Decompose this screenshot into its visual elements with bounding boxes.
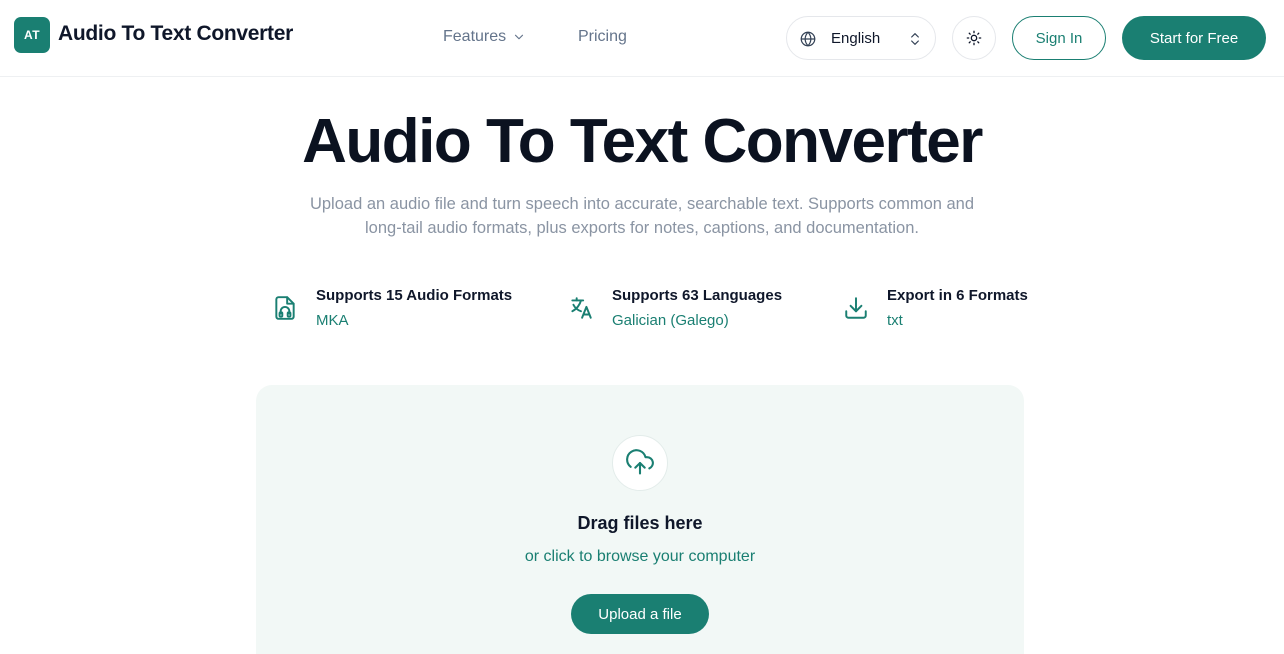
browse-computer-text[interactable]: or click to browse your computer xyxy=(256,548,1024,566)
upload-file-button[interactable]: Upload a file xyxy=(571,594,709,634)
chevron-down-icon xyxy=(515,34,524,40)
nav-features[interactable]: Features xyxy=(443,28,526,46)
feature-detail: txt xyxy=(887,312,903,329)
sun-icon xyxy=(966,30,982,46)
start-for-free-button[interactable]: Start for Free xyxy=(1122,16,1266,60)
feature-detail: Galician (Galego) xyxy=(612,312,729,329)
nav-pricing[interactable]: Pricing xyxy=(578,28,627,46)
page-subtitle: Upload an audio file and turn speech int… xyxy=(309,195,975,237)
upload-cloud-badge xyxy=(612,435,668,491)
language-select[interactable]: English xyxy=(786,16,936,60)
language-label: English xyxy=(831,30,881,47)
feature-title: Supports 15 Audio Formats xyxy=(316,287,513,304)
audio-file-icon xyxy=(275,296,295,320)
sign-in-button[interactable]: Sign In xyxy=(1012,16,1106,60)
translate-icon xyxy=(571,297,592,319)
feature-languages: Supports 63 Languages Galician (Galego) xyxy=(568,286,808,334)
drag-files-title: Drag files here xyxy=(577,513,703,533)
brand-name[interactable]: Audio To Text Converter xyxy=(58,22,293,46)
theme-toggle-button[interactable] xyxy=(952,16,996,60)
page-title: Audio To Text Converter xyxy=(302,107,983,176)
feature-title: Supports 63 Languages xyxy=(612,287,783,304)
file-dropzone[interactable]: Drag files here or click to browse your … xyxy=(256,385,1024,654)
nav-features-label: Features xyxy=(443,28,507,45)
feature-export: Export in 6 Formats txt xyxy=(843,286,1033,334)
cloud-upload-icon xyxy=(626,449,654,475)
chevron-up-down-icon xyxy=(911,33,919,45)
feature-detail: MKA xyxy=(316,312,349,329)
download-icon xyxy=(845,297,867,319)
globe-icon xyxy=(800,31,816,47)
feature-audio-formats: Supports 15 Audio Formats MKA xyxy=(272,286,522,334)
site-header: AT Audio To Text Converter Features Pric… xyxy=(0,0,1284,77)
feature-title: Export in 6 Formats xyxy=(887,287,1028,304)
logo[interactable]: AT xyxy=(14,17,50,53)
